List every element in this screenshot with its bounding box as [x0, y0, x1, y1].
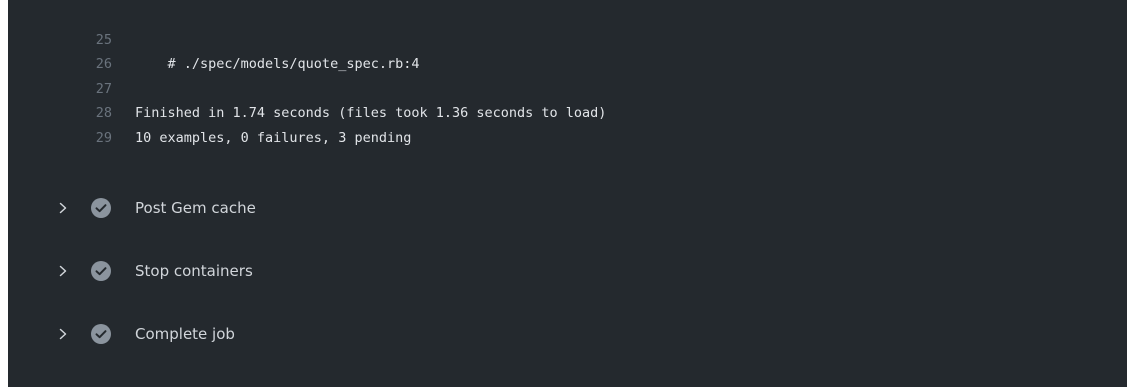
log-line: 28 10 examples, 0 failures, 3 pending [8, 77, 1127, 146]
log-line: 26 [8, 28, 1127, 72]
chevron-right-icon [59, 202, 67, 214]
step-label: Stop containers [135, 262, 253, 280]
step-post-gem-cache[interactable]: Post Gem cache [8, 188, 1127, 228]
chevron-right-icon [59, 265, 67, 277]
log-line-text: 10 examples, 0 failures, 3 pending [135, 129, 412, 146]
step-label: Post Gem cache [135, 199, 256, 217]
check-circle-icon [91, 324, 111, 344]
step-stop-containers[interactable]: Stop containers [8, 251, 1127, 291]
check-circle-icon [91, 261, 111, 281]
log-output: 25 # ./spec/models/quote_spec.rb:4 26 27… [8, 3, 1127, 146]
check-circle-icon [91, 198, 111, 218]
chevron-right-icon [59, 328, 67, 340]
log-line: 27 Finished in 1.74 seconds (files took … [8, 52, 1127, 122]
log-line: 29 [8, 101, 1127, 146]
log-line: 25 # ./spec/models/quote_spec.rb:4 [8, 3, 1127, 73]
step-complete-job[interactable]: Complete job [8, 314, 1127, 354]
line-number[interactable]: 29 [8, 126, 112, 151]
workflow-log-panel: 25 # ./spec/models/quote_spec.rb:4 26 27… [8, 0, 1127, 387]
step-label: Complete job [135, 325, 235, 343]
